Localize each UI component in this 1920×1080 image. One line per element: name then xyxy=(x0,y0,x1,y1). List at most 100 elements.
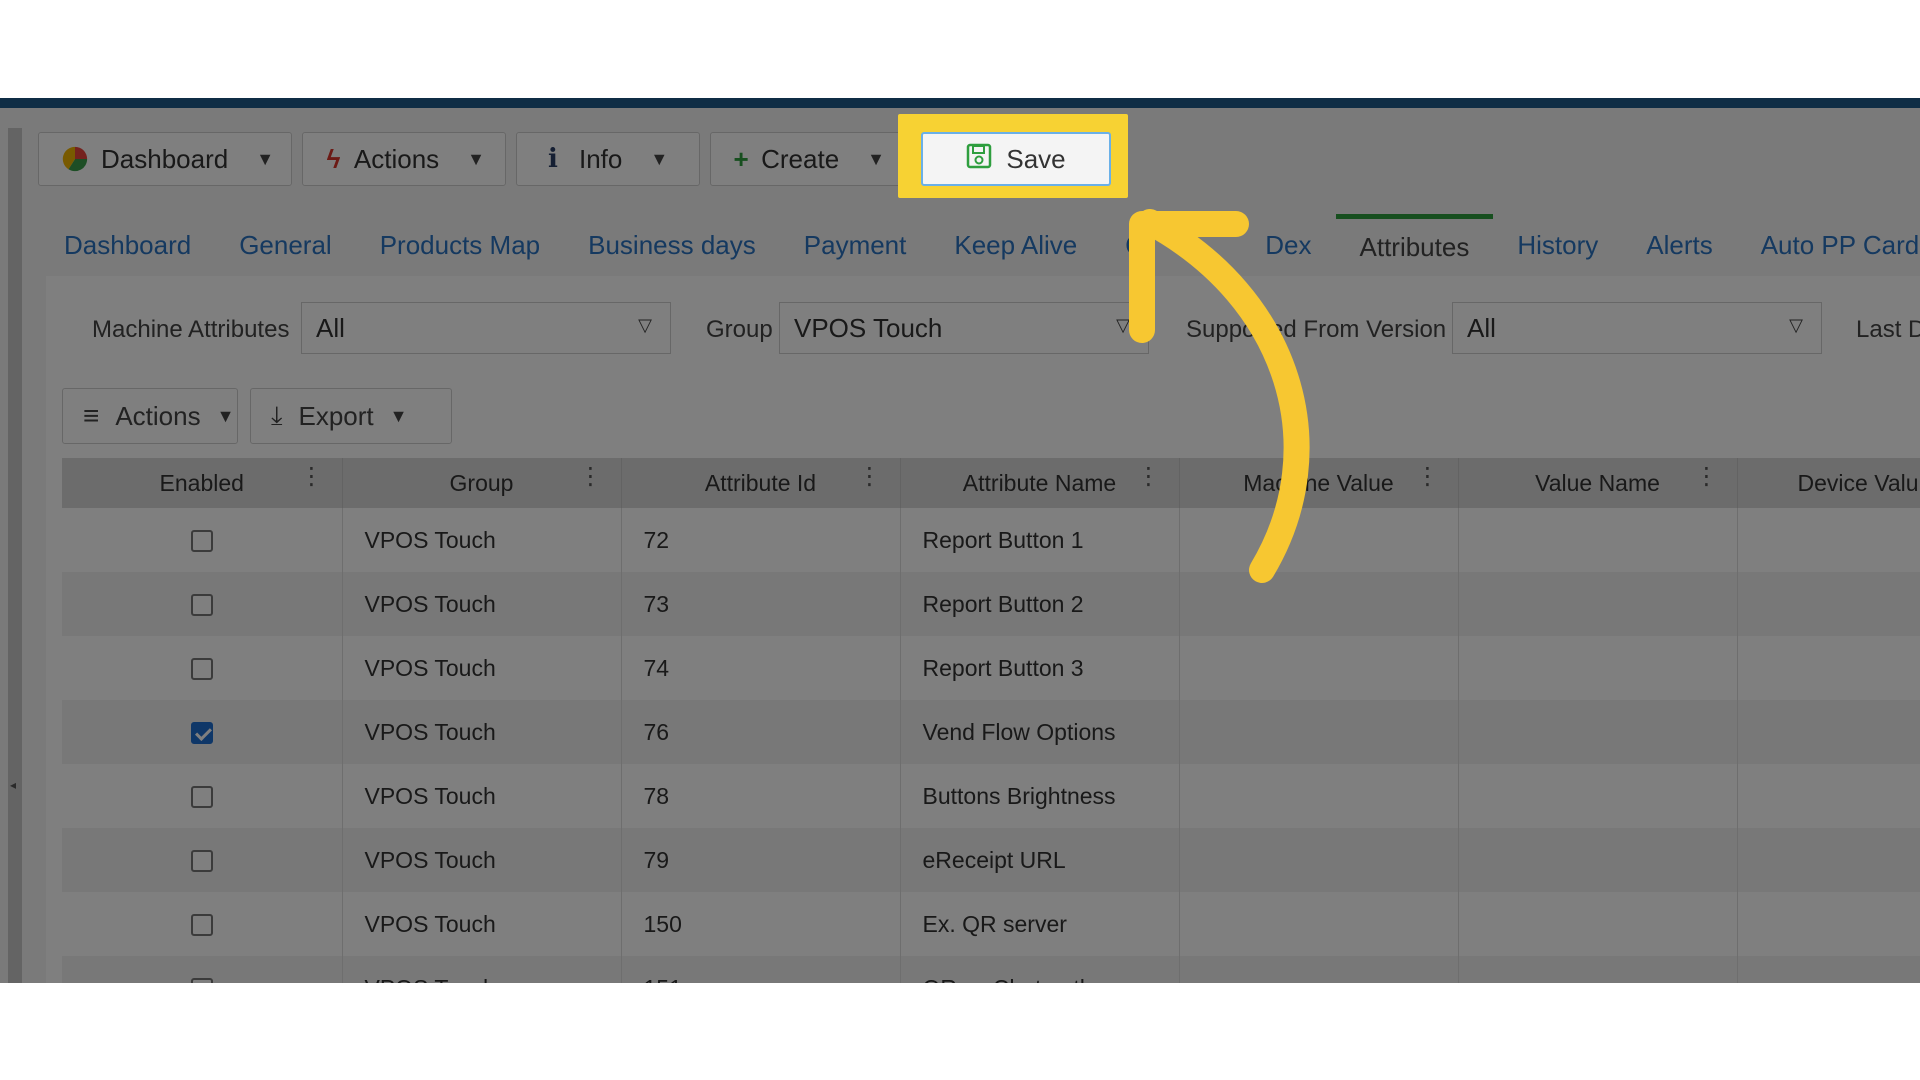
group-cell: VPOS Touch xyxy=(342,508,622,572)
device-value-cell xyxy=(1737,892,1920,956)
attribute-id-cell: 78 xyxy=(621,764,901,828)
tab-business-days[interactable]: Business days xyxy=(564,214,780,276)
attribute-name-cell: QR weChat path xyxy=(900,956,1180,983)
table-header-row: Enabled ⋮ Group ⋮ Attribute Id ⋮ Attribute … xyxy=(62,458,1920,508)
table-row[interactable]: VPOS Touch 79 eReceipt URL xyxy=(62,828,1920,892)
group-cell: VPOS Touch xyxy=(342,956,622,983)
tab-history[interactable]: History xyxy=(1493,214,1622,276)
tab-alerts[interactable]: Alerts xyxy=(1622,214,1736,276)
machine-value-cell xyxy=(1179,636,1459,700)
info-icon: i xyxy=(548,144,558,174)
table-row[interactable]: VPOS Touch 76 Vend Flow Options xyxy=(62,700,1920,764)
column-menu-icon[interactable]: ⋮ xyxy=(300,462,324,491)
group-select[interactable]: VPOS Touch ▽ xyxy=(779,302,1149,354)
tab-q[interactable]: Q xyxy=(1101,214,1241,276)
table-row[interactable]: VPOS Touch 150 Ex. QR server xyxy=(62,892,1920,956)
dashboard-dropdown-button[interactable]: Dashboard ▼ xyxy=(38,132,292,186)
enabled-cell xyxy=(62,636,343,700)
enabled-checkbox[interactable] xyxy=(190,722,213,745)
create-dropdown-button[interactable]: + Create ▼ xyxy=(710,132,906,186)
value-name-cell xyxy=(1458,828,1738,892)
attribute-id-cell: 76 xyxy=(621,700,901,764)
table-row[interactable]: VPOS Touch 73 Report Button 2 xyxy=(62,572,1920,636)
tab-general[interactable]: General xyxy=(215,214,356,276)
attribute-id-cell: 151 xyxy=(621,956,901,983)
chevron-down-icon: ▼ xyxy=(467,148,485,169)
column-header-machine-value[interactable]: Machine Value ⋮ xyxy=(1179,458,1459,508)
enabled-checkbox[interactable] xyxy=(190,530,213,553)
save-button[interactable]: Save xyxy=(921,132,1111,186)
attribute-id-cell: 150 xyxy=(621,892,901,956)
main-toolbar: Dashboard ▼ ϟ Actions ▼ i Info ▼ + Creat… xyxy=(38,132,906,186)
group-value: VPOS Touch xyxy=(794,313,943,343)
chevron-down-icon: ▼ xyxy=(650,148,669,169)
machine-attributes-select[interactable]: All ▽ xyxy=(301,302,671,354)
device-value-cell xyxy=(1737,700,1920,764)
chevron-down-icon: ▼ xyxy=(216,405,235,426)
attribute-id-cell: 74 xyxy=(621,636,901,700)
device-value-cell xyxy=(1737,572,1920,636)
collapse-rail[interactable]: ◂ xyxy=(8,128,22,983)
column-menu-icon[interactable]: ⋮ xyxy=(858,462,882,491)
enabled-checkbox[interactable] xyxy=(190,914,213,937)
tab-auto-pp-cards[interactable]: Auto PP Cards xyxy=(1737,214,1920,276)
plus-icon: + xyxy=(733,143,749,174)
column-header-attribute-name[interactable]: Attribute Name ⋮ xyxy=(900,458,1180,508)
enabled-checkbox[interactable] xyxy=(190,978,213,983)
enabled-cell xyxy=(62,700,343,764)
export-button[interactable]: ⤓ Export ▼ xyxy=(250,388,452,444)
dropdown-arrow-icon: ▽ xyxy=(1789,315,1803,335)
value-name-cell xyxy=(1458,700,1738,764)
table-row[interactable]: VPOS Touch 72 Report Button 1 xyxy=(62,508,1920,572)
column-menu-icon[interactable]: ⋮ xyxy=(1695,462,1719,491)
supported-from-version-select[interactable]: All ▽ xyxy=(1452,302,1822,354)
tab-products-map[interactable]: Products Map xyxy=(356,214,564,276)
value-name-cell xyxy=(1458,572,1738,636)
column-header-value-name[interactable]: Value Name ⋮ xyxy=(1458,458,1738,508)
enabled-cell xyxy=(62,828,343,892)
value-name-cell xyxy=(1458,508,1738,572)
group-cell: VPOS Touch xyxy=(342,636,622,700)
dashboard-label: Dashboard xyxy=(101,143,229,174)
value-name-cell xyxy=(1458,764,1738,828)
device-value-cell xyxy=(1737,764,1920,828)
tab-dashboard[interactable]: Dashboard xyxy=(40,214,215,276)
column-menu-icon[interactable]: ⋮ xyxy=(1416,462,1440,491)
enabled-checkbox[interactable] xyxy=(190,658,213,681)
enabled-checkbox[interactable] xyxy=(190,594,213,617)
table-row[interactable]: VPOS Touch151QR weChat path xyxy=(62,956,1920,983)
machine-attributes-label: Machine Attributes xyxy=(92,316,290,343)
tab-keep-alive[interactable]: Keep Alive xyxy=(930,214,1101,276)
column-header-enabled[interactable]: Enabled ⋮ xyxy=(62,458,343,508)
tab-payment[interactable]: Payment xyxy=(780,214,931,276)
actions-dropdown-button[interactable]: ϟ Actions ▼ xyxy=(302,132,506,186)
column-header-device-value[interactable]: Device Valu xyxy=(1737,458,1920,508)
machine-attributes-value: All xyxy=(316,313,345,343)
supported-from-version-label: Supported From Version xyxy=(1186,316,1447,343)
attribute-name-cell: Report Button 3 xyxy=(900,636,1180,700)
column-menu-icon[interactable]: ⋮ xyxy=(1137,462,1161,491)
info-dropdown-button[interactable]: i Info ▼ xyxy=(516,132,700,186)
enabled-checkbox[interactable] xyxy=(190,850,213,873)
machine-value-cell xyxy=(1179,828,1459,892)
tab-attributes[interactable]: Attributes xyxy=(1335,214,1494,276)
enabled-checkbox[interactable] xyxy=(190,786,213,809)
column-header-attribute-id[interactable]: Attribute Id ⋮ xyxy=(621,458,901,508)
column-menu-icon[interactable]: ⋮ xyxy=(579,462,603,491)
attribute-name-cell: Report Button 1 xyxy=(900,508,1180,572)
grid-actions-button[interactable]: ≡ Actions ▼ xyxy=(62,388,238,444)
collapse-arrow-icon[interactable]: ◂ xyxy=(10,778,16,792)
tab-dex[interactable]: Dex xyxy=(1241,214,1335,276)
attributes-table: Enabled ⋮ Group ⋮ Attribute Id ⋮ Attribute … xyxy=(62,458,1920,983)
tab-bar: Dashboard General Products Map Business … xyxy=(40,214,1920,276)
download-icon: ⤓ xyxy=(271,400,283,430)
table-row[interactable]: VPOS Touch 74 Report Button 3 xyxy=(62,636,1920,700)
value-name-cell xyxy=(1458,892,1738,956)
column-header-group[interactable]: Group ⋮ xyxy=(342,458,622,508)
dropdown-arrow-icon: ▽ xyxy=(1116,315,1130,335)
menu-icon: ≡ xyxy=(83,400,100,431)
last-label: Last D xyxy=(1856,316,1920,343)
attribute-id-cell: 72 xyxy=(621,508,901,572)
table-row[interactable]: VPOS Touch 78 Buttons Brightness xyxy=(62,764,1920,828)
machine-value-cell xyxy=(1179,700,1459,764)
